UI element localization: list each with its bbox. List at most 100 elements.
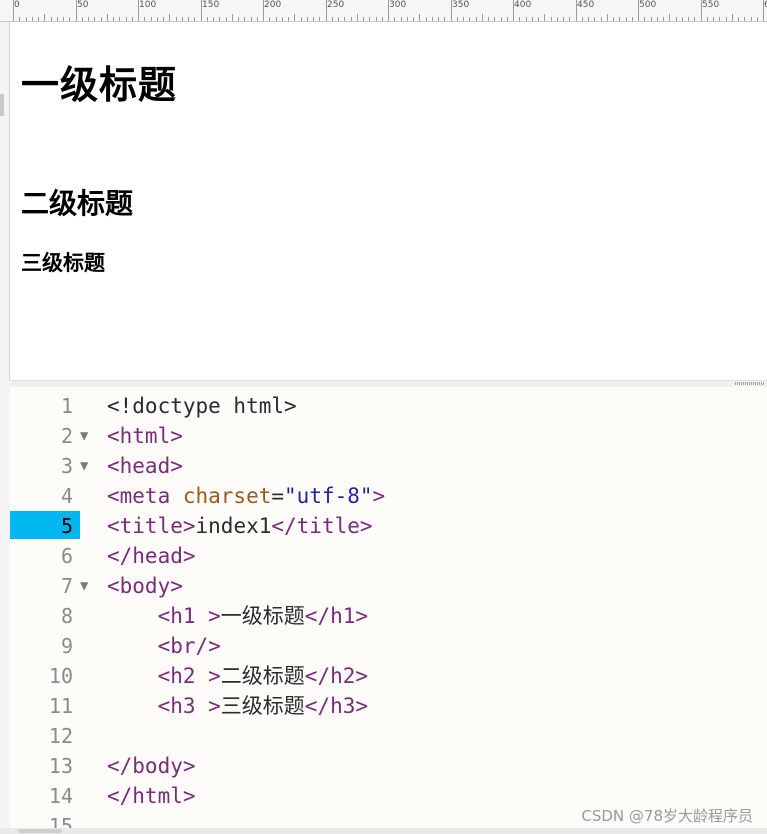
- ruler-tick: [519, 17, 520, 21]
- ruler-tick: [738, 17, 739, 21]
- ruler-tick: [394, 17, 395, 21]
- ruler-tick: [94, 17, 95, 21]
- ruler-tick: [688, 17, 689, 21]
- ruler-tick: [507, 17, 508, 21]
- ruler-tick: [363, 17, 364, 21]
- splitter-grip[interactable]: [735, 382, 765, 385]
- ruler-tick: [619, 17, 620, 21]
- ruler-tick: [238, 17, 239, 21]
- editor-left-edge: [0, 380, 10, 834]
- line-number: 2: [60, 424, 73, 448]
- preview-heading-3: 三级标题: [21, 251, 105, 275]
- ruler-tick: [757, 17, 758, 21]
- code-token: charset: [182, 484, 272, 508]
- ruler-tick: [432, 17, 433, 21]
- ruler-tick: [151, 17, 152, 21]
- ruler-tick: [157, 17, 158, 21]
- scrollbar-thumb[interactable]: [18, 829, 62, 833]
- code-text: <br/>: [107, 631, 221, 661]
- code-token: index1: [195, 514, 272, 538]
- ruler-label: 200: [264, 0, 282, 10]
- code-line[interactable]: 5 <title>index1</title>: [10, 511, 767, 541]
- ruler-tick: [144, 17, 145, 21]
- line-number: 14: [48, 784, 73, 808]
- code-token: 一级标题: [220, 604, 305, 628]
- code-text: </html>: [107, 781, 196, 811]
- ruler-label: 0: [14, 0, 20, 10]
- code-text: <html>: [107, 421, 183, 451]
- code-line[interactable]: 12: [10, 721, 767, 751]
- code-text: <meta charset="utf-8">: [107, 481, 385, 511]
- ruler-tick: [19, 17, 20, 21]
- code-line[interactable]: 9 <br/>: [10, 631, 767, 661]
- ruler-tick: [357, 14, 358, 21]
- code-token: </title>: [271, 514, 373, 538]
- ruler-tick: [294, 14, 295, 21]
- horizontal-scrollbar[interactable]: [0, 828, 767, 834]
- code-editor[interactable]: 1 <!doctype html> 2 ▼ <html> 3 ▼ <head> 4 <meta c…: [10, 387, 767, 834]
- ruler-tick: [601, 17, 602, 21]
- ruler-tick: [463, 17, 464, 21]
- ruler-tick: [226, 17, 227, 21]
- ruler-tick: [694, 17, 695, 21]
- ruler-tick: [588, 17, 589, 21]
- ruler-tick: [126, 17, 127, 21]
- code-line[interactable]: 11 <h3 >三级标题</h3>: [10, 691, 767, 721]
- ruler-tick: [713, 17, 714, 21]
- ruler-tick: [257, 17, 258, 21]
- code-line[interactable]: 7 ▼ <body>: [10, 571, 767, 601]
- ruler-tick: [551, 17, 552, 21]
- ruler-tick: [44, 14, 45, 21]
- ruler-tick: [32, 17, 33, 21]
- code-line[interactable]: 1 <!doctype html>: [10, 391, 767, 421]
- code-line[interactable]: 8 <h1 >一级标题</h1>: [10, 601, 767, 631]
- ruler-tick: [219, 17, 220, 21]
- fold-toggle-icon[interactable]: ▼: [80, 571, 94, 601]
- ruler-tick: [426, 17, 427, 21]
- fold-toggle-icon[interactable]: ▼: [80, 421, 94, 451]
- code-line[interactable]: 4 <meta charset="utf-8">: [10, 481, 767, 511]
- ruler-tick: [101, 17, 102, 21]
- fold-toggle-icon[interactable]: ▼: [80, 451, 94, 481]
- ruler-tick: [607, 14, 608, 21]
- line-number: 10: [48, 664, 73, 688]
- code-text: <head>: [107, 451, 183, 481]
- ruler-tick: [707, 17, 708, 21]
- ruler-tick: [38, 17, 39, 21]
- line-number: 3: [60, 454, 73, 478]
- ruler-tick: [376, 17, 377, 21]
- ruler-tick: [282, 17, 283, 21]
- watermark: CSDN @78岁大龄程序员: [581, 807, 753, 825]
- ruler-tick: [69, 17, 70, 21]
- code-token: 三级标题: [220, 694, 305, 718]
- code-text: <title>index1</title>: [107, 511, 373, 541]
- ruler-tick: [482, 14, 483, 21]
- code-token: </h1>: [304, 604, 369, 628]
- ruler-tick: [63, 17, 64, 21]
- ruler-tick: [526, 17, 527, 21]
- code-line[interactable]: 6 </head>: [10, 541, 767, 571]
- code-token: <h3 >: [107, 694, 221, 718]
- pane-splitter[interactable]: [10, 380, 767, 387]
- line-number: 8: [60, 604, 73, 628]
- ruler-tick: [107, 14, 108, 21]
- code-line[interactable]: 10 <h2 >二级标题</h2>: [10, 661, 767, 691]
- preview-heading-2: 二级标题: [21, 187, 134, 220]
- ruler-tick: [251, 17, 252, 21]
- code-line[interactable]: 13 </body>: [10, 751, 767, 781]
- ruler-tick: [651, 17, 652, 21]
- ruler-tick: [344, 17, 345, 21]
- code-line[interactable]: 3 ▼ <head>: [10, 451, 767, 481]
- code-token: >: [372, 484, 386, 508]
- code-token: </h3>: [304, 694, 369, 718]
- code-token: 二级标题: [220, 664, 305, 688]
- vertical-ruler: [0, 22, 10, 380]
- ruler-tick: [307, 17, 308, 21]
- code-token: <head>: [107, 454, 183, 478]
- ruler-tick: [351, 17, 352, 21]
- ruler-tick: [532, 17, 533, 21]
- line-number: 5: [60, 514, 73, 538]
- ruler-tick: [538, 17, 539, 21]
- code-line[interactable]: 2 ▼ <html>: [10, 421, 767, 451]
- line-number: 9: [60, 634, 73, 658]
